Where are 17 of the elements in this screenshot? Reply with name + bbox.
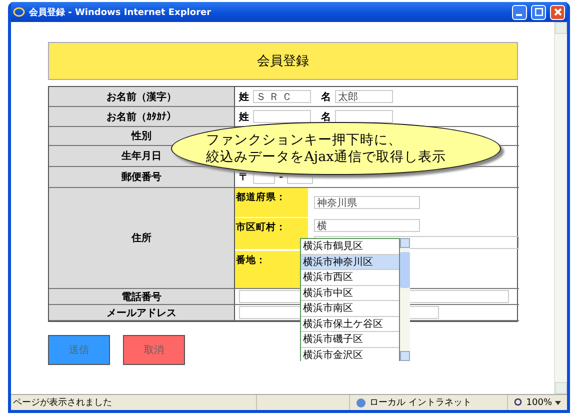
field-label: 名 xyxy=(321,110,331,124)
row-label: お名前（漢字） xyxy=(49,87,235,107)
row-label: メールアドレス xyxy=(49,305,235,321)
zone-label: ローカル イントラネット xyxy=(369,397,472,409)
separator: - xyxy=(279,172,284,182)
field-label: 姓 xyxy=(239,90,249,104)
window-title: 会員登録 - Windows Internet Explorer xyxy=(29,6,212,18)
field-label: 名 xyxy=(321,90,331,104)
page-title: 会員登録 xyxy=(257,53,309,70)
row-label: 住所 xyxy=(49,188,235,289)
address-label: 都道府県： xyxy=(235,188,308,217)
field-label: 姓 xyxy=(239,110,249,124)
row-label: お名前（ｶﾀｶﾅ） xyxy=(49,107,235,127)
postal-mark: 〒 xyxy=(239,171,249,184)
row-label: 電話番号 xyxy=(49,289,235,305)
status-message: ページが表示されました xyxy=(12,396,113,409)
row-label: 郵便番号 xyxy=(49,167,235,188)
